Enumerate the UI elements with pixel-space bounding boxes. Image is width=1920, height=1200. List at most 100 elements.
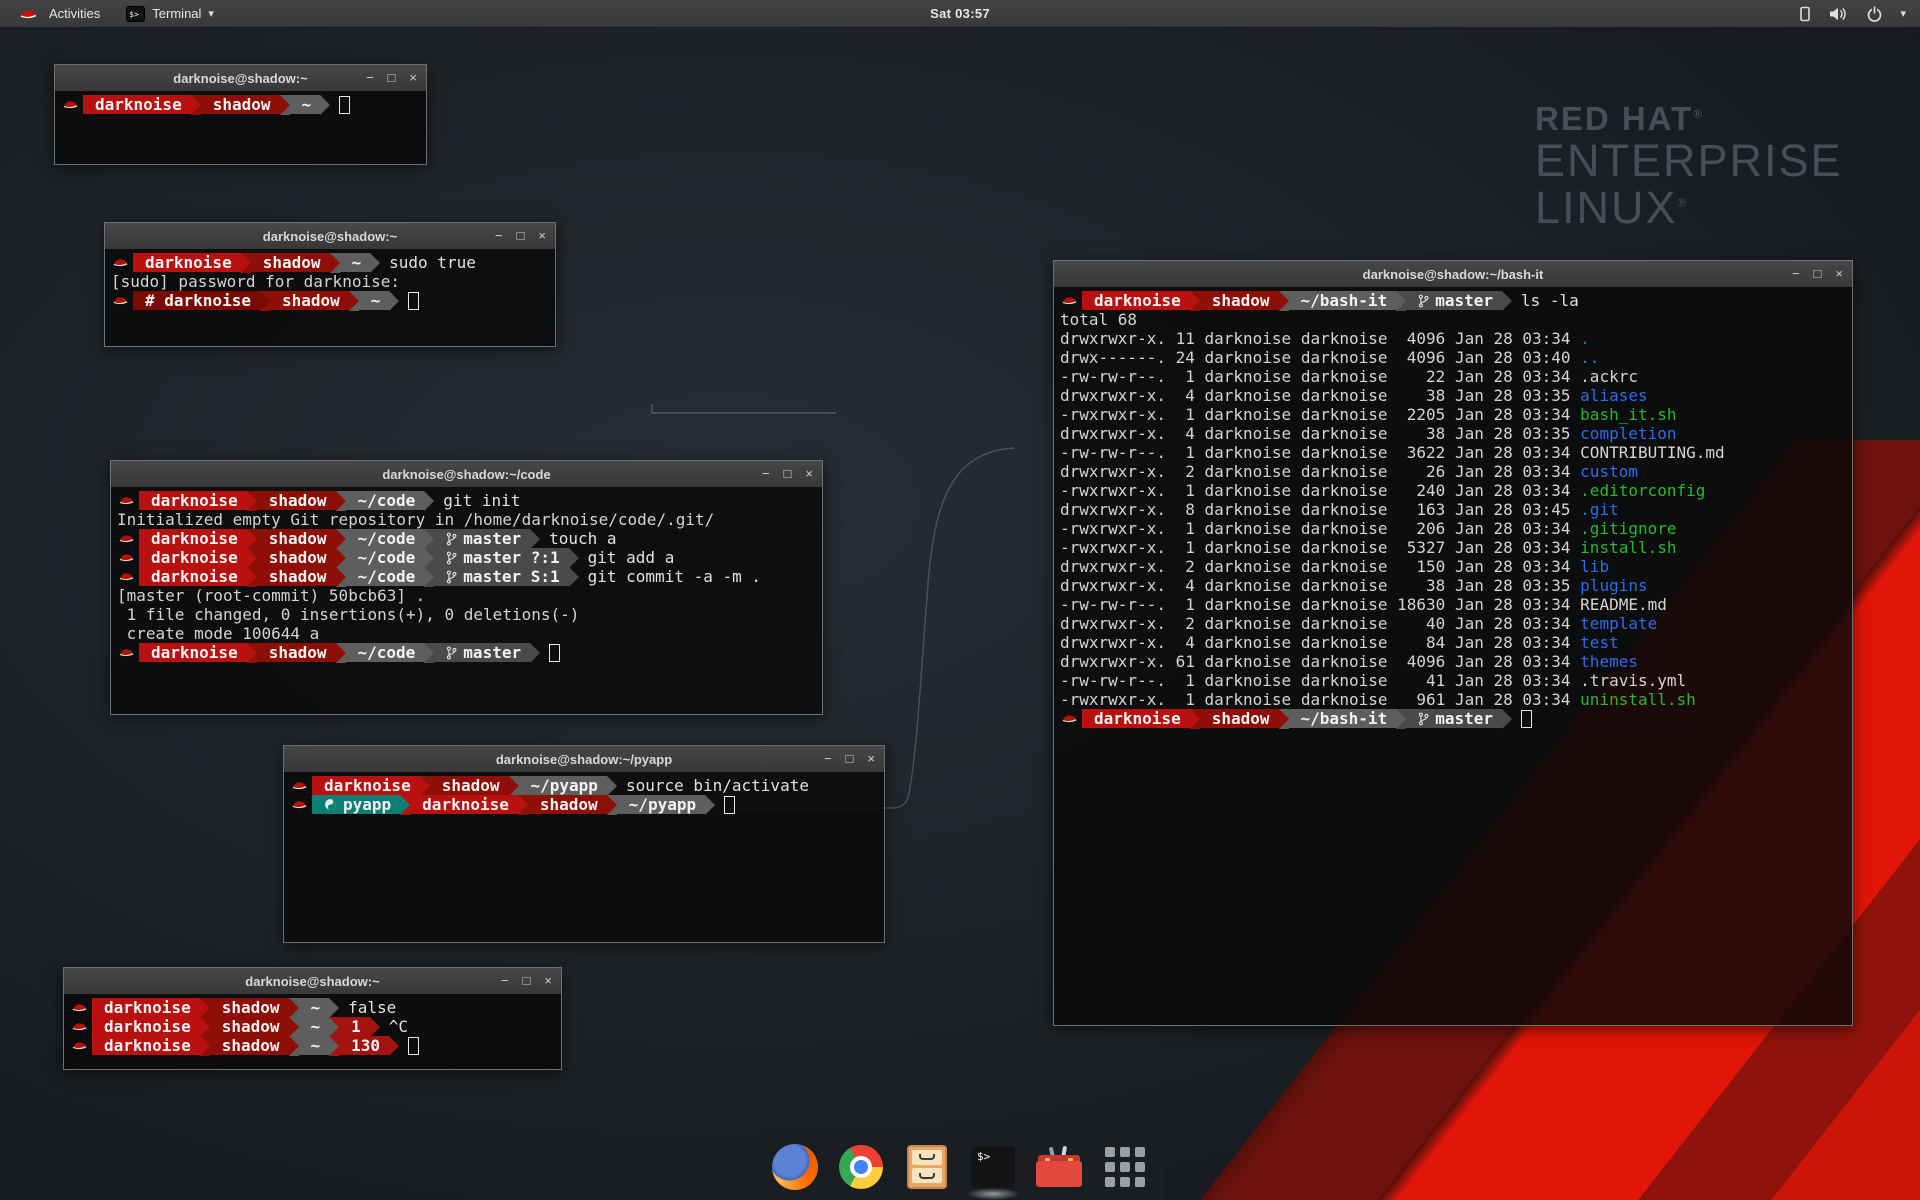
terminal-window-pyapp: darknoise@shadow:~/pyapp − □ × darknoise…: [283, 745, 885, 943]
powerline-arrow-icon: [389, 1036, 399, 1056]
command-text: sudo true: [389, 253, 476, 272]
minimize-button[interactable]: −: [762, 461, 770, 487]
prompt-segment-user: darknoise: [139, 491, 247, 510]
redhat-prompt-icon: [63, 99, 78, 110]
terminal-line: drwxrwxr-x. 4 darknoise darknoise 38 Jan…: [1060, 576, 1846, 595]
window-titlebar[interactable]: darknoise@shadow:~ − □ ×: [64, 968, 561, 995]
terminal-line: [master (root-commit) 50bcb63] .: [117, 586, 816, 605]
file-name: ..: [1580, 348, 1599, 367]
terminal-line: # darknoiseshadow~: [111, 291, 549, 310]
powerline-arrow-icon: [424, 567, 434, 587]
redhat-prompt-icon: [119, 571, 134, 582]
powerline-arrow-icon: [509, 776, 519, 796]
git-branch-icon: [1418, 294, 1429, 308]
powerline-arrow-icon: [530, 529, 540, 549]
output-text: create mode 100644 a: [117, 624, 319, 643]
close-button[interactable]: ×: [867, 746, 875, 772]
file-name: custom: [1580, 462, 1638, 481]
output-text: -rw-rw-r--. 1 darknoise darknoise 22 Jan…: [1060, 367, 1580, 386]
maximize-button[interactable]: □: [784, 461, 792, 487]
terminal-line: darknoiseshadow~: [61, 95, 420, 114]
terminal-content[interactable]: darknoiseshadow~/bash-itmasterls -latota…: [1054, 287, 1852, 1025]
maximize-button[interactable]: □: [1814, 261, 1822, 287]
maximize-button[interactable]: □: [517, 223, 525, 249]
prompt-segment-exit: 130: [339, 1036, 389, 1055]
terminal-icon[interactable]: $>: [969, 1143, 1017, 1191]
battery-icon[interactable]: [1798, 5, 1812, 23]
redhat-prompt-icon: [1062, 295, 1077, 306]
command-text: git add a: [588, 548, 675, 567]
clock[interactable]: Sat 03:57: [0, 6, 1920, 21]
running-indicator: [966, 1188, 1020, 1200]
app-grid-icon[interactable]: [1101, 1143, 1149, 1191]
terminal-window-bash-it: darknoise@shadow:~/bash-it − □ × darknoi…: [1053, 260, 1853, 1026]
prompt-segment-path: ~/code: [346, 548, 425, 567]
terminal-content[interactable]: darknoiseshadow~: [55, 91, 426, 164]
output-text: Initialized empty Git repository in /hom…: [117, 510, 714, 529]
window-titlebar[interactable]: darknoise@shadow:~ − □ ×: [105, 223, 555, 250]
prompt-segment-user: darknoise: [139, 548, 247, 567]
output-text: [sudo] password for darknoise:: [111, 272, 400, 291]
terminal-window-home-1: darknoise@shadow:~ − □ × darknoiseshadow…: [54, 64, 427, 165]
terminal-content[interactable]: darknoiseshadow~falsedarknoiseshadow~1^C…: [64, 994, 561, 1069]
redhat-prompt-icon: [119, 552, 134, 563]
prompt-segment-path: ~/code: [346, 529, 425, 548]
maximize-button[interactable]: □: [388, 65, 396, 91]
volume-icon[interactable]: [1829, 6, 1849, 22]
powerline-arrow-icon: [289, 998, 299, 1018]
terminal-line: drwxrwxr-x. 4 darknoise darknoise 84 Jan…: [1060, 633, 1846, 652]
files-icon[interactable]: [903, 1143, 951, 1191]
close-button[interactable]: ×: [409, 65, 417, 91]
powerline-arrow-icon: [1279, 291, 1289, 311]
window-titlebar[interactable]: darknoise@shadow:~/code − □ ×: [111, 461, 822, 488]
terminal-line: drwxrwxr-x. 2 darknoise darknoise 40 Jan…: [1060, 614, 1846, 633]
terminal-window-home-2: darknoise@shadow:~ − □ × darknoiseshadow…: [63, 967, 562, 1070]
prompt-segment-user: darknoise: [139, 567, 247, 586]
file-name: aliases: [1580, 386, 1647, 405]
terminal-line: darknoiseshadow~/codemastertouch a: [117, 529, 816, 548]
powerline-arrow-icon: [1190, 709, 1200, 729]
prompt-segment-host: shadow: [210, 1036, 289, 1055]
terminal-line: drwxrwxr-x. 2 darknoise darknoise 150 Ja…: [1060, 557, 1846, 576]
terminal-line: darknoiseshadow~/bash-itmasterls -la: [1060, 291, 1846, 310]
powerline-arrow-icon: [241, 253, 251, 273]
minimize-button[interactable]: −: [501, 968, 509, 994]
power-icon[interactable]: [1866, 5, 1883, 23]
prompt-segment-host: shadow: [257, 491, 336, 510]
terminal-content[interactable]: darknoiseshadow~/codegit initInitialized…: [111, 487, 822, 714]
powerline-arrow-icon: [336, 491, 346, 511]
powerline-arrow-icon: [260, 291, 270, 311]
close-button[interactable]: ×: [538, 223, 546, 249]
prompt-segment-host: shadow: [1200, 291, 1279, 310]
close-button[interactable]: ×: [544, 968, 552, 994]
firefox-icon[interactable]: [771, 1143, 819, 1191]
terminal-content[interactable]: darknoiseshadow~/pyappsource bin/activat…: [284, 772, 884, 942]
toolbox-icon[interactable]: [1035, 1143, 1083, 1191]
terminal-content[interactable]: darknoiseshadow~sudo true[sudo] password…: [105, 249, 555, 346]
close-button[interactable]: ×: [1835, 261, 1843, 287]
window-titlebar[interactable]: darknoise@shadow:~/pyapp − □ ×: [284, 746, 884, 773]
minimize-button[interactable]: −: [366, 65, 374, 91]
output-text: drwxrwxr-x. 61 darknoise darknoise 4096 …: [1060, 652, 1580, 671]
window-titlebar[interactable]: darknoise@shadow:~ − □ ×: [55, 65, 426, 92]
maximize-button[interactable]: □: [523, 968, 531, 994]
window-title: darknoise@shadow:~: [263, 229, 397, 244]
chevron-down-icon[interactable]: ▾: [1900, 7, 1906, 20]
prompt-segment-host: shadow: [251, 253, 330, 272]
chrome-icon[interactable]: [837, 1143, 885, 1191]
minimize-button[interactable]: −: [1792, 261, 1800, 287]
prompt-segment-host: shadow: [210, 998, 289, 1017]
powerline-arrow-icon: [191, 95, 201, 115]
window-titlebar[interactable]: darknoise@shadow:~/bash-it − □ ×: [1054, 261, 1852, 288]
redhat-prompt-icon: [292, 780, 307, 791]
terminal-line: darknoiseshadow~false: [70, 998, 555, 1017]
minimize-button[interactable]: −: [824, 746, 832, 772]
maximize-button[interactable]: □: [846, 746, 854, 772]
powerline-arrow-icon: [200, 998, 210, 1018]
window-title: darknoise@shadow:~/pyapp: [496, 752, 672, 767]
powerline-arrow-icon: [247, 567, 257, 587]
minimize-button[interactable]: −: [495, 223, 503, 249]
close-button[interactable]: ×: [805, 461, 813, 487]
terminal-cursor: [408, 1037, 419, 1055]
powerline-arrow-icon: [424, 548, 434, 568]
